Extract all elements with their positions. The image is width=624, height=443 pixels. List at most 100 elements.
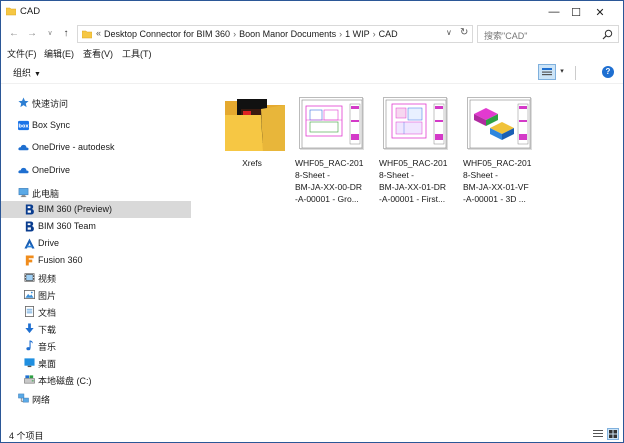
chevron-right-icon[interactable]: ›	[233, 29, 236, 39]
up-button[interactable]: ↑	[59, 26, 73, 42]
file-name-line: BM-JA-XX-01-DR	[379, 182, 447, 192]
nav-label: 本地磁盘 (C:)	[38, 376, 92, 386]
file-name-line: 8-Sheet -	[379, 170, 414, 180]
nav-item-drive[interactable]: Drive	[1, 235, 191, 252]
help-icon[interactable]: ?	[602, 66, 614, 78]
details-view-icon[interactable]	[592, 428, 604, 440]
file-name-line: BM-JA-XX-00-DR	[295, 182, 363, 192]
navigation-pane: 快速访问 box Box Sync OneDrive - autodesk On…	[1, 87, 191, 427]
network-icon	[18, 393, 29, 403]
search-input[interactable]: 搜索"CAD"	[477, 25, 619, 43]
file-item-drawing[interactable]: WHF05_RAC-201 8-Sheet - BM-JA-XX-01-DR -…	[373, 95, 451, 215]
nav-label: Box Sync	[32, 120, 71, 130]
recent-locations-button[interactable]: ∨	[43, 26, 57, 42]
nav-item-videos[interactable]: 视频	[1, 269, 191, 286]
drawing-thumbnail	[297, 95, 365, 153]
view-icon	[542, 68, 552, 76]
large-icons-view-button[interactable]	[607, 428, 619, 440]
breadcrumb-overflow[interactable]: «	[96, 28, 101, 38]
toolbar-divider	[575, 66, 576, 80]
drawing-preview-icon	[385, 99, 446, 148]
file-name-line: WHF05_RAC-201	[379, 158, 448, 168]
onedrive-icon	[18, 144, 29, 151]
nav-item-music[interactable]: 音乐	[1, 337, 191, 354]
nav-item-downloads[interactable]: 下载	[1, 320, 191, 337]
refresh-icon[interactable]: ↻	[460, 27, 468, 38]
music-icon	[26, 340, 33, 351]
large-icons-view-icon	[609, 430, 617, 438]
nav-item-box-sync[interactable]: box Box Sync	[1, 117, 191, 134]
download-icon	[25, 323, 34, 334]
disk-icon	[24, 375, 35, 384]
desktop-icon	[24, 358, 35, 368]
status-bar: 4 个项目	[1, 426, 623, 442]
organize-button[interactable]: 组织 ▼	[13, 66, 41, 79]
change-view-button[interactable]	[538, 64, 556, 80]
fusion-icon	[25, 255, 34, 266]
file-item-drawing[interactable]: WHF05_RAC-201 8-Sheet - BM-JA-XX-00-DR -…	[289, 95, 367, 215]
nav-item-desktop[interactable]: 桌面	[1, 354, 191, 371]
file-name-line: BM-JA-XX-01-VF	[463, 182, 529, 192]
box-icon: box	[18, 120, 29, 131]
file-name: Xrefs	[242, 158, 262, 168]
file-item-drawing[interactable]: WHF05_RAC-201 8-Sheet - BM-JA-XX-01-VF -…	[457, 95, 535, 215]
nav-item-quick-access[interactable]: 快速访问	[1, 94, 191, 111]
nav-item-bim360-preview[interactable]: BIM 360 (Preview)	[1, 201, 191, 218]
nav-label: BIM 360 Team	[38, 221, 96, 231]
breadcrumb-item[interactable]: Desktop Connector for BIM 360	[104, 29, 230, 39]
nav-item-network[interactable]: 网络	[1, 390, 191, 407]
nav-label: 桌面	[38, 359, 57, 369]
explorer-window: CAD — ☐ ✕ ← → ∨ ↑ « Desktop Connector fo…	[0, 0, 624, 443]
address-dropdown-icon[interactable]: ∨	[446, 28, 452, 37]
file-name-line: -A-00001 - Gro...	[295, 194, 359, 204]
onedrive-icon	[18, 167, 29, 174]
search-icon[interactable]	[602, 29, 613, 40]
menu-view[interactable]: 查看(V)	[83, 47, 113, 60]
bim360-icon	[25, 204, 34, 215]
folder-icon	[6, 7, 16, 16]
window-title: CAD	[20, 6, 41, 17]
file-name-line: WHF05_RAC-201	[463, 158, 532, 168]
view-options-dropdown[interactable]: ▾	[557, 64, 567, 80]
item-count: 4 个项目	[9, 431, 44, 441]
nav-item-this-pc[interactable]: 此电脑	[1, 184, 191, 201]
nav-label: 图片	[38, 291, 57, 301]
nav-label: Fusion 360	[38, 255, 83, 265]
file-name: WHF05_RAC-201 8-Sheet - BM-JA-XX-01-VF -…	[463, 157, 539, 205]
nav-item-onedrive[interactable]: OneDrive	[1, 162, 191, 179]
nav-label: BIM 360 (Preview)	[38, 204, 113, 214]
breadcrumb: Desktop Connector for BIM 360 › Boon Manor…	[104, 29, 398, 39]
menu-tools[interactable]: 工具(T)	[122, 47, 152, 60]
menu-edit[interactable]: 编辑(E)	[44, 47, 74, 60]
nav-item-pictures[interactable]: 图片	[1, 286, 191, 303]
address-bar[interactable]: « Desktop Connector for BIM 360 › Boon Man…	[77, 25, 473, 43]
forward-button[interactable]: →	[25, 26, 39, 42]
chevron-right-icon[interactable]: ›	[339, 29, 342, 39]
nav-label: 文档	[38, 308, 57, 318]
close-button[interactable]: ✕	[577, 1, 623, 23]
video-icon	[24, 273, 35, 282]
nav-label: 视频	[38, 274, 57, 284]
folder-icon	[225, 99, 285, 151]
file-name: WHF05_RAC-201 8-Sheet - BM-JA-XX-00-DR -…	[295, 157, 371, 205]
search-placeholder: 搜索"CAD"	[484, 31, 528, 41]
nav-item-fusion360[interactable]: Fusion 360	[1, 252, 191, 269]
pictures-icon	[24, 290, 35, 299]
file-name-line: -A-00001 - First...	[379, 194, 446, 204]
nav-item-bim360-team[interactable]: BIM 360 Team	[1, 218, 191, 235]
folder-icon	[82, 30, 92, 39]
chevron-right-icon[interactable]: ›	[373, 29, 376, 39]
nav-item-onedrive-autodesk[interactable]: OneDrive - autodesk	[1, 139, 191, 156]
nav-label: 网络	[32, 395, 51, 405]
back-button[interactable]: ←	[7, 26, 21, 42]
file-item-xrefs[interactable]: Xrefs	[213, 95, 291, 215]
breadcrumb-item[interactable]: Boon Manor Documents	[239, 29, 336, 39]
nav-item-documents[interactable]: 文档	[1, 303, 191, 320]
drawing-preview-icon	[469, 99, 530, 148]
breadcrumb-item[interactable]: CAD	[379, 29, 398, 39]
breadcrumb-item[interactable]: 1 WIP	[345, 29, 370, 39]
nav-label: 此电脑	[32, 189, 60, 199]
svg-text:box: box	[18, 124, 29, 130]
menu-file[interactable]: 文件(F)	[7, 47, 37, 60]
nav-item-local-disk-c[interactable]: 本地磁盘 (C:)	[1, 371, 191, 388]
